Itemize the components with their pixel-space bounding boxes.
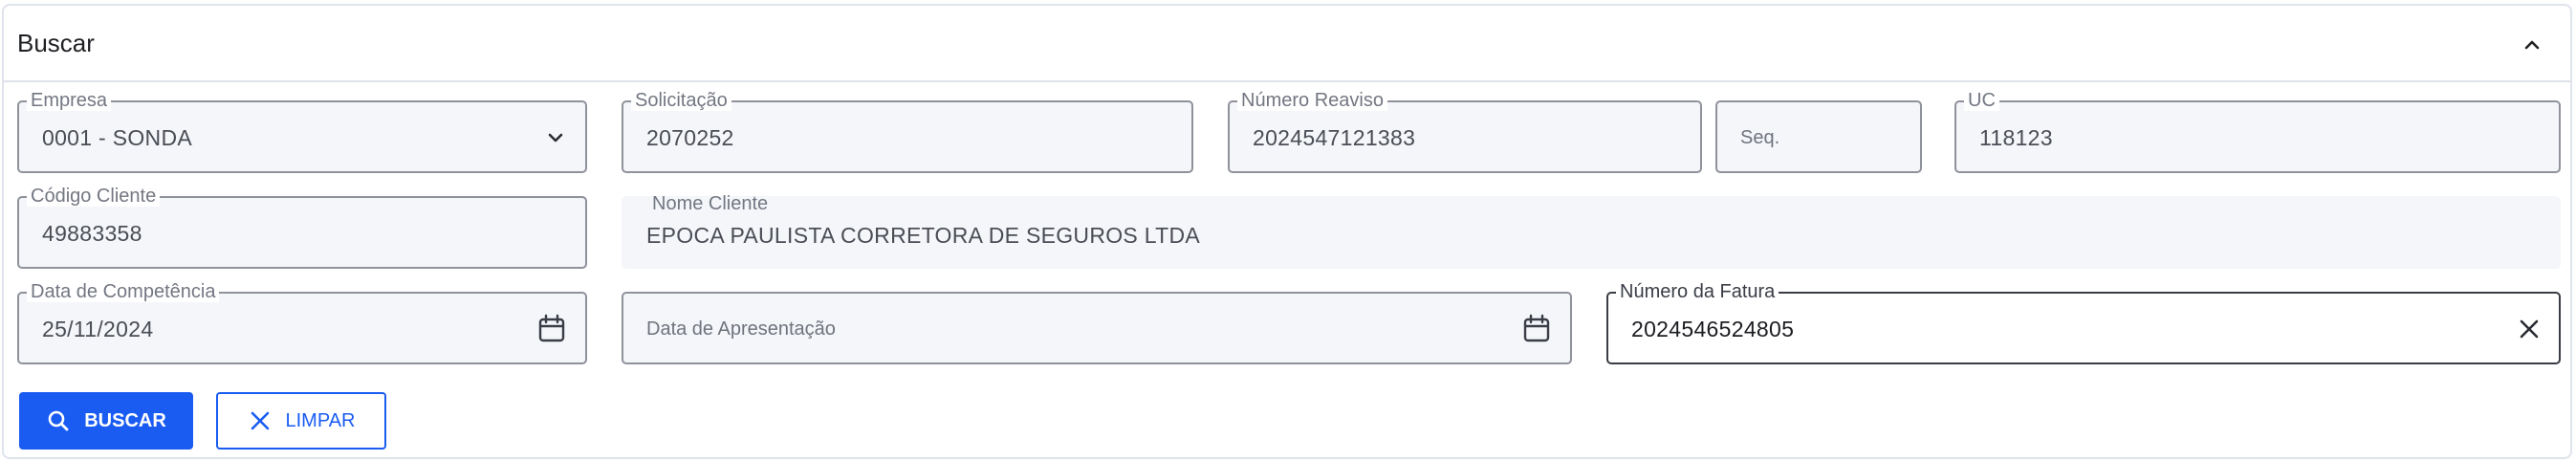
numero-fatura-label: Número da Fatura [1616, 281, 1779, 302]
solicitacao-value: 2070252 [646, 125, 734, 150]
panel-title: Buscar [17, 29, 95, 57]
uc-value: 118123 [1979, 125, 2053, 150]
codigo-cliente-value: 49883358 [42, 221, 142, 246]
nome-cliente-value: EPOCA PAULISTA CORRETORA DE SEGUROS LTDA [646, 223, 1201, 248]
empresa-value: 0001 - SONDA [42, 125, 192, 150]
uc-field[interactable]: UC 118123 [1954, 90, 2561, 173]
solicitacao-field[interactable]: Solicitação 2070252 [622, 90, 1193, 173]
close-icon [251, 411, 269, 430]
search-button-label: BUSCAR [84, 409, 166, 431]
chevron-up-icon[interactable] [2519, 32, 2545, 58]
seq-field[interactable]: Seq. [1715, 100, 1922, 173]
empresa-label: Empresa [27, 90, 112, 111]
data-apresentacao-placeholder: Data de Apresentação [646, 318, 836, 340]
nome-cliente-label: Nome Cliente [652, 193, 769, 214]
clear-button[interactable]: LIMPAR [216, 392, 386, 450]
calendar-icon[interactable] [1520, 313, 1553, 345]
data-competencia-field[interactable]: Data de Competência 25/11/2024 [17, 281, 587, 364]
data-competencia-value: 25/11/2024 [42, 317, 154, 341]
codigo-cliente-label: Código Cliente [27, 186, 161, 207]
numero-reaviso-field[interactable]: Número Reaviso 2024547121383 [1228, 90, 1702, 173]
calendar-icon[interactable] [535, 313, 568, 345]
panel-header[interactable]: Buscar [4, 6, 2570, 82]
clear-button-label: LIMPAR [285, 409, 356, 431]
solicitacao-label: Solicitação [631, 90, 731, 111]
search-button[interactable]: BUSCAR [19, 392, 193, 450]
search-panel: Buscar Empresa 0001 - SONDA Solicitação … [2, 4, 2572, 459]
numero-reaviso-label: Número Reaviso [1237, 90, 1387, 111]
data-apresentacao-field[interactable]: Data de Apresentação [622, 292, 1572, 364]
numero-fatura-field[interactable]: Número da Fatura 2024546524805 [1606, 281, 2561, 364]
search-icon [48, 410, 69, 431]
data-competencia-label: Data de Competência [27, 281, 220, 302]
codigo-cliente-field[interactable]: Código Cliente 49883358 [17, 186, 587, 269]
close-icon[interactable] [2513, 313, 2545, 345]
chevron-down-icon[interactable] [539, 121, 572, 154]
uc-label: UC [1964, 90, 1999, 111]
seq-placeholder: Seq. [1740, 127, 1780, 148]
nome-cliente-field: Nome Cliente EPOCA PAULISTA CORRETORA DE… [622, 193, 2561, 269]
empresa-select[interactable]: Empresa 0001 - SONDA [17, 90, 587, 173]
numero-reaviso-value: 2024547121383 [1253, 125, 1416, 150]
numero-fatura-value: 2024546524805 [1631, 317, 1795, 341]
